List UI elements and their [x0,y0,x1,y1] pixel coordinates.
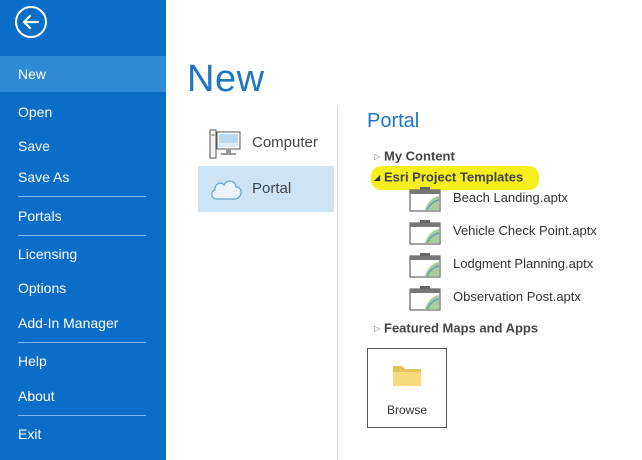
sidebar-item-label: Portals [18,208,62,224]
sidebar-item-label: Licensing [18,246,78,262]
tree-node-my-content[interactable]: ▷ My Content [374,145,455,167]
back-button[interactable] [15,6,47,38]
expand-arrow-icon[interactable]: ▷ [374,318,384,340]
template-file-name: Observation Post.aptx [453,289,581,304]
tree-node-label: Featured Maps and Apps [384,320,539,336]
sidebar-item-about[interactable]: About [0,378,166,414]
backstage-sidebar: New Open Save Save As Portals Licensing … [0,0,166,460]
sidebar-divider [18,196,146,197]
sidebar-item-help[interactable]: Help [0,343,166,379]
sidebar-item-exit[interactable]: Exit [0,416,166,452]
sidebar-item-open[interactable]: Open [0,94,166,130]
template-file-name: Vehicle Check Point.aptx [453,223,597,238]
sidebar-item-licensing[interactable]: Licensing [0,236,166,272]
computer-icon [209,129,241,159]
expand-arrow-icon[interactable]: ▷ [374,146,384,168]
arrow-left-icon [22,14,40,30]
portal-title: Portal [367,110,420,132]
sidebar-item-label: Add-In Manager [18,315,119,331]
panel-divider [337,106,338,460]
browse-label: Browse [386,403,427,417]
sidebar-item-label: About [18,388,55,404]
sidebar-item-add-in-manager[interactable]: Add-In Manager [0,305,166,341]
sidebar-item-save-as[interactable]: Save As [0,159,166,195]
location-portal[interactable]: Portal [198,166,334,212]
sidebar-item-options[interactable]: Options [0,270,166,306]
collapse-arrow-icon[interactable]: ◢ [374,167,384,189]
page-title: New [187,58,265,100]
template-file-name: Lodgment Planning.aptx [453,256,594,271]
project-template-icon [409,220,441,245]
folder-icon [393,366,421,386]
browse-button[interactable]: Browse [367,348,447,428]
sidebar-item-portals[interactable]: Portals [0,198,166,234]
location-label: Computer [252,134,318,151]
tree-node-label: My Content [384,148,455,164]
sidebar-item-label: Options [18,280,67,296]
project-template-icon [409,187,441,212]
tree-node-label: Esri Project Templates [384,169,524,185]
sidebar-item-label: Save As [18,169,70,185]
project-template-icon [409,286,441,311]
sidebar-item-label: Exit [18,426,42,442]
sidebar-item-label: Save [18,138,50,154]
location-computer[interactable]: Computer [198,120,334,166]
sidebar-item-label: Open [18,104,53,120]
tree-node-featured-maps-and-apps[interactable]: ▷ Featured Maps and Apps [374,317,538,339]
template-file-name: Beach Landing.aptx [453,190,568,205]
sidebar-item-label: Help [18,353,47,369]
cloud-icon [211,180,242,200]
project-template-icon [409,253,441,278]
sidebar-item-new[interactable]: New [0,56,166,92]
tree-node-esri-project-templates[interactable]: ◢ Esri Project Templates [374,166,523,188]
location-label: Portal [252,180,292,197]
sidebar-item-label: New [18,66,47,82]
